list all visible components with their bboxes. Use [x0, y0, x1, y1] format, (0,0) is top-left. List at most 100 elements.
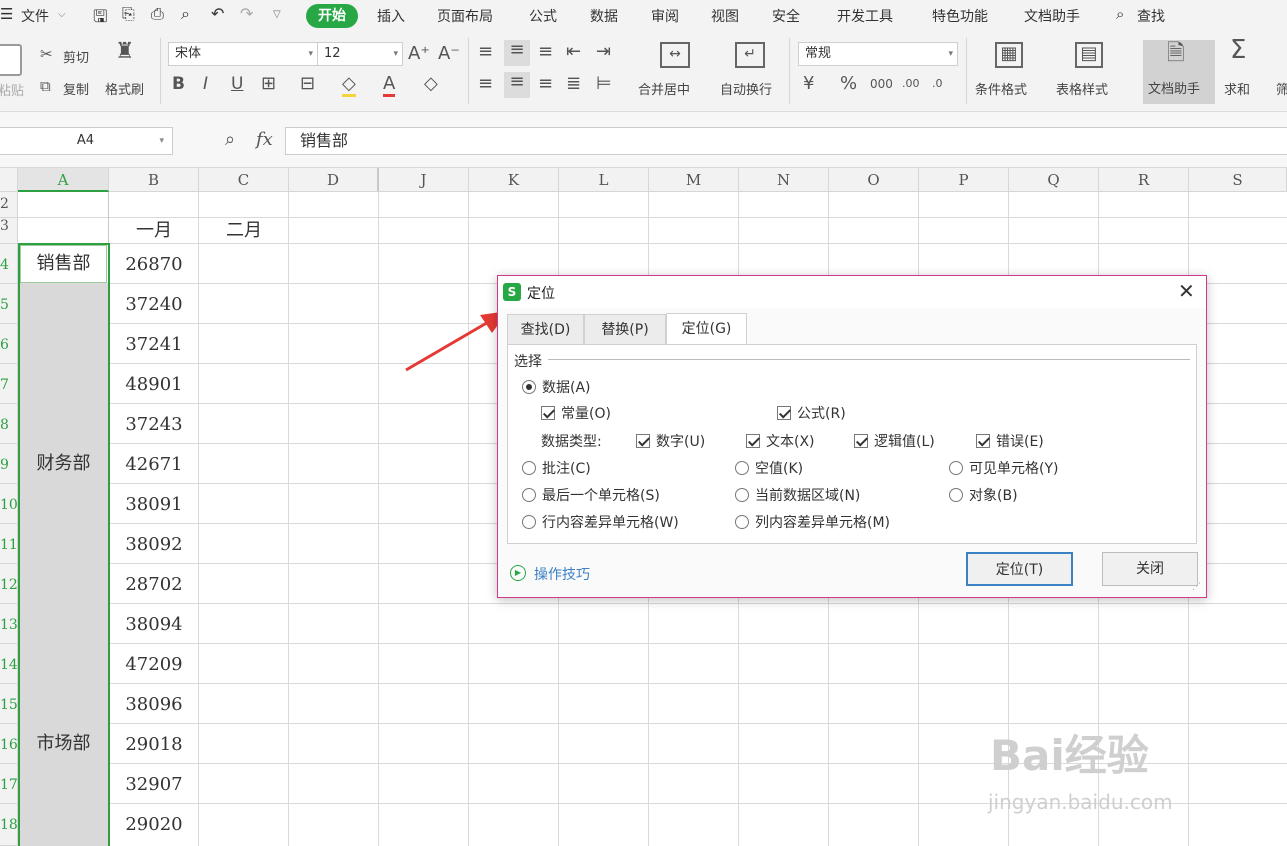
- col-header[interactable]: A: [18, 168, 109, 192]
- name-box[interactable]: A4 ▾: [0, 127, 173, 155]
- row-header[interactable]: 2: [0, 192, 18, 218]
- align-middle-icon[interactable]: ≡: [504, 40, 530, 66]
- col-header[interactable]: M: [649, 168, 739, 192]
- col-header[interactable]: B: [109, 168, 199, 192]
- tab-replace[interactable]: 替换(P): [584, 314, 666, 344]
- cut-button[interactable]: 剪切: [63, 47, 89, 66]
- tab-developer[interactable]: 开发工具: [837, 6, 893, 26]
- more-icon[interactable]: ▽: [273, 9, 281, 20]
- row-header[interactable]: 10: [0, 484, 18, 524]
- conditional-format-icon[interactable]: ▦: [995, 42, 1023, 68]
- sum-button[interactable]: 求和: [1224, 79, 1250, 98]
- select-all-corner[interactable]: [0, 168, 18, 192]
- cell-b[interactable]: 28702: [109, 564, 199, 604]
- cell-b[interactable]: 29020: [109, 804, 199, 844]
- tab-security[interactable]: 安全: [772, 6, 800, 26]
- col-header[interactable]: C: [199, 168, 289, 192]
- col-header[interactable]: N: [739, 168, 829, 192]
- format-painter-button[interactable]: 格式刷: [105, 79, 144, 98]
- table-style-button[interactable]: 表格样式: [1056, 79, 1108, 98]
- row-header[interactable]: 12: [0, 564, 18, 604]
- col-header[interactable]: O: [829, 168, 919, 192]
- radio-comment[interactable]: 批注(C): [522, 458, 591, 478]
- radio-current-region[interactable]: 当前数据区域(N): [735, 485, 860, 505]
- col-header[interactable]: S: [1189, 168, 1287, 192]
- tips-link[interactable]: 操作技巧: [534, 564, 590, 584]
- tab-insert[interactable]: 插入: [377, 6, 405, 26]
- row-header[interactable]: 8: [0, 404, 18, 444]
- radio-blank[interactable]: 空值(K): [735, 458, 803, 478]
- export-icon[interactable]: ⎘: [122, 4, 135, 24]
- cell-b[interactable]: 32907: [109, 764, 199, 804]
- font-color-icon[interactable]: A: [383, 74, 396, 97]
- zoom-icon[interactable]: ⌕: [225, 129, 235, 150]
- cell-b[interactable]: 26870: [109, 244, 199, 284]
- col-header[interactable]: J: [379, 168, 469, 192]
- row-header[interactable]: 16: [0, 724, 18, 764]
- save-icon[interactable]: 🖫: [93, 4, 107, 33]
- row-header[interactable]: 3: [0, 218, 18, 244]
- checkbox-text[interactable]: 文本(X): [746, 431, 815, 451]
- checkbox-number[interactable]: 数字(U): [636, 431, 705, 451]
- decrease-font-icon[interactable]: A⁻: [438, 44, 460, 64]
- radio-row-diff[interactable]: 行内容差异单元格(W): [522, 512, 679, 532]
- font-name-select[interactable]: 宋体 ▾: [168, 42, 318, 66]
- thousands-icon[interactable]: 000: [870, 74, 893, 94]
- row-header[interactable]: 9: [0, 444, 18, 484]
- tab-review[interactable]: 审阅: [651, 6, 679, 26]
- tab-page-layout[interactable]: 页面布局: [437, 6, 493, 26]
- paste-icon[interactable]: [0, 44, 22, 76]
- radio-object[interactable]: 对象(B): [949, 485, 1018, 505]
- cell-a16[interactable]: 市场部: [18, 724, 109, 764]
- merge-center-icon[interactable]: ↔: [660, 42, 690, 68]
- tab-doc-assistant[interactable]: 文档助手: [1024, 6, 1080, 26]
- play-icon[interactable]: ▶: [510, 565, 526, 581]
- align-left-icon[interactable]: ≡: [478, 74, 493, 94]
- clear-icon[interactable]: ◇: [424, 74, 438, 94]
- tab-goto[interactable]: 定位(G): [666, 313, 747, 345]
- row-header[interactable]: 13: [0, 604, 18, 644]
- tab-find[interactable]: 查找(D): [507, 314, 584, 344]
- print-preview-icon[interactable]: ⌕: [181, 4, 190, 24]
- wrap-text-icon[interactable]: ↵: [735, 42, 765, 68]
- formula-input[interactable]: 销售部: [285, 127, 1287, 155]
- cell-b[interactable]: 37241: [109, 324, 199, 364]
- align-bottom-icon[interactable]: ≡: [538, 42, 553, 62]
- resize-grip-icon[interactable]: ⋰: [1192, 582, 1201, 592]
- print-icon[interactable]: ⎙: [151, 4, 164, 24]
- currency-icon[interactable]: ¥: [803, 74, 814, 94]
- copy-icon[interactable]: ⧉: [40, 76, 51, 96]
- tab-features[interactable]: 特色功能: [932, 6, 988, 26]
- table-style-icon[interactable]: ▤: [1075, 42, 1103, 68]
- chevron-down-icon[interactable]: ⌵: [58, 9, 66, 20]
- increase-font-icon[interactable]: A⁺: [408, 44, 430, 64]
- close-button[interactable]: 关闭: [1102, 552, 1198, 586]
- indent-increase-icon[interactable]: ⇥: [596, 42, 611, 62]
- col-header[interactable]: K: [469, 168, 559, 192]
- cell-b[interactable]: 38094: [109, 604, 199, 644]
- row-header[interactable]: 18: [0, 804, 18, 846]
- cell-a4[interactable]: 销售部: [18, 244, 109, 284]
- align-top-icon[interactable]: ≡: [478, 42, 493, 62]
- cell-b[interactable]: 38092: [109, 524, 199, 564]
- indent-decrease-icon[interactable]: ⇤: [566, 42, 581, 62]
- radio-col-diff[interactable]: 列内容差异单元格(M): [735, 512, 890, 532]
- scissors-icon[interactable]: ✂: [40, 44, 53, 64]
- close-icon[interactable]: ✕: [1178, 279, 1195, 303]
- merge-center-button[interactable]: 合并居中: [638, 79, 690, 98]
- font-size-select[interactable]: 12 ▾: [317, 42, 403, 66]
- find-button[interactable]: 查找: [1137, 6, 1165, 26]
- dialog-titlebar[interactable]: S 定位 ✕: [498, 276, 1206, 308]
- cell-b[interactable]: 37243: [109, 404, 199, 444]
- copy-button[interactable]: 复制: [63, 79, 89, 98]
- checkbox-formula[interactable]: 公式(R): [777, 403, 846, 423]
- goto-button[interactable]: 定位(T): [966, 552, 1073, 586]
- checkbox-logical[interactable]: 逻辑值(L): [854, 431, 935, 451]
- cell-c3[interactable]: 二月: [199, 218, 289, 244]
- filter-button[interactable]: 筛: [1276, 79, 1287, 98]
- col-header[interactable]: P: [919, 168, 1009, 192]
- cell-b[interactable]: 38096: [109, 684, 199, 724]
- cell-b[interactable]: 38091: [109, 484, 199, 524]
- tab-data[interactable]: 数据: [590, 6, 618, 26]
- col-header[interactable]: Q: [1009, 168, 1099, 192]
